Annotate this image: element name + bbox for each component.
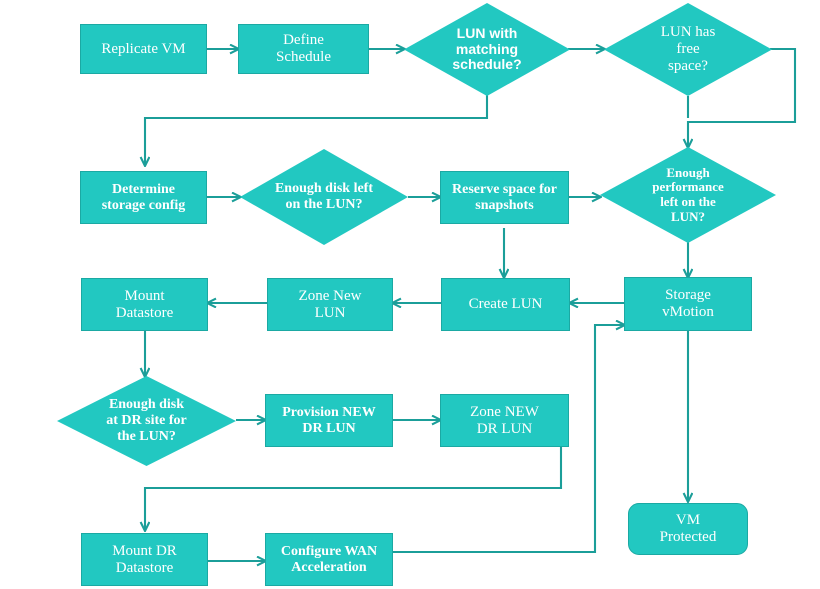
node-label-provision-new-dr-lun: Provision NEW DR LUN <box>282 405 375 436</box>
node-configure-wan[interactable]: Configure WAN Acceleration <box>265 533 393 586</box>
define-schedule-line2: Schedule <box>276 49 331 65</box>
dr-disk-line3: the LUN? <box>117 428 176 444</box>
perf-line4: LUN? <box>671 208 705 224</box>
node-provision-new-dr-lun[interactable]: Provision NEW DR LUN <box>265 394 393 447</box>
node-lun-free-space[interactable]: LUN has free space? <box>604 3 772 96</box>
define-schedule-line1: Define <box>283 32 324 49</box>
node-label-vm-protected: VM Protected <box>660 512 717 546</box>
enough-disk-line2: on the LUN? <box>285 197 363 212</box>
node-label-zone-new-lun: Zone New LUN <box>299 288 362 322</box>
mount-dr-line1: Mount DR <box>112 542 177 559</box>
mount-ds-line2: Datastore <box>115 304 174 321</box>
node-mount-dr-datastore[interactable]: Mount DR Datastore <box>81 533 208 586</box>
node-label-reserve-space: Reserve space for snapshots <box>452 182 557 213</box>
node-zone-new-lun[interactable]: Zone New LUN <box>267 278 393 331</box>
lun-free-line2: free <box>676 41 700 58</box>
node-label-define-schedule: Define Schedule <box>276 32 331 66</box>
vm-protected-line2: Protected <box>659 529 717 545</box>
node-label-enough-disk-dr: Enough disk at DR site for the LUN? <box>106 397 186 444</box>
vm-protected-line1: VM <box>675 512 701 529</box>
node-enough-performance[interactable]: Enough performance left on the LUN? <box>600 147 776 243</box>
perf-line1: Enough <box>666 164 710 180</box>
reserve-line2: snapshots <box>475 197 534 213</box>
reserve-line1: Reserve space for <box>452 181 557 197</box>
zone-dr-line2: DR LUN <box>476 420 533 437</box>
node-zone-new-dr-lun[interactable]: Zone NEW DR LUN <box>440 394 569 447</box>
node-label-configure-wan: Configure WAN Acceleration <box>281 544 377 575</box>
determine-line2: storage config <box>101 197 186 213</box>
node-label-mount-datastore: Mount Datastore <box>116 288 173 322</box>
node-enough-disk-left[interactable]: Enough disk left on the LUN? <box>240 149 408 245</box>
node-label-determine-storage-config: Determine storage config <box>102 182 186 213</box>
lun-free-line3: space? <box>668 57 708 74</box>
lun-matching-line1: LUN with <box>456 24 518 41</box>
node-determine-storage-config[interactable]: Determine storage config <box>80 171 207 224</box>
node-lun-matching-schedule[interactable]: LUN with matching schedule? <box>404 3 570 96</box>
node-vm-protected[interactable]: VM Protected <box>628 503 748 555</box>
node-label-create-lun: Create LUN <box>468 296 543 313</box>
storage-vmotion-line1: Storage <box>665 287 711 304</box>
node-enough-disk-dr[interactable]: Enough disk at DR site for the LUN? <box>57 376 236 466</box>
node-storage-vmotion[interactable]: Storage vMotion <box>624 277 752 331</box>
node-label-mount-dr-datastore: Mount DR Datastore <box>112 543 177 577</box>
wan-line2: Acceleration <box>291 559 367 575</box>
node-label-zone-new-dr-lun: Zone NEW DR LUN <box>470 404 539 438</box>
node-create-lun[interactable]: Create LUN <box>441 278 570 331</box>
perf-line2: performance <box>652 179 724 195</box>
node-label-replicate-vm: Replicate VM <box>101 40 186 57</box>
wan-line1: Configure WAN <box>280 543 378 559</box>
node-label-enough-performance: Enough performance left on the LUN? <box>652 164 724 224</box>
determine-line1: Determine <box>112 181 175 197</box>
provision-line2: DR LUN <box>302 420 356 436</box>
mount-dr-line2: Datastore <box>115 559 174 576</box>
lun-matching-line2: matching <box>455 40 519 57</box>
node-reserve-space[interactable]: Reserve space for snapshots <box>440 171 569 224</box>
mount-ds-line1: Mount <box>124 287 165 304</box>
perf-line3: left on the <box>660 194 716 209</box>
flowchart-canvas: Replicate VM Define Schedule LUN with ma… <box>0 0 820 589</box>
dr-disk-line2: at DR site for <box>106 413 187 429</box>
zone-new-line2: LUN <box>314 304 346 321</box>
storage-vmotion-line2: vMotion <box>662 304 714 320</box>
provision-line1: Provision NEW <box>282 404 376 420</box>
zone-dr-line1: Zone NEW <box>470 403 539 420</box>
node-label-lun-matching-schedule: LUN with matching schedule? <box>452 24 522 73</box>
zone-new-line1: Zone New <box>298 287 362 304</box>
node-label-storage-vmotion: Storage vMotion <box>662 287 714 321</box>
node-mount-datastore[interactable]: Mount Datastore <box>81 278 208 331</box>
enough-disk-line1: Enough disk left <box>274 181 374 197</box>
node-label-lun-free-space: LUN has free space? <box>661 24 716 74</box>
lun-matching-line3: schedule? <box>452 56 522 73</box>
lun-free-line1: LUN has <box>660 24 716 41</box>
node-label-enough-disk-left: Enough disk left on the LUN? <box>275 181 373 212</box>
dr-disk-line1: Enough disk <box>108 397 185 413</box>
node-replicate-vm[interactable]: Replicate VM <box>80 24 207 74</box>
node-define-schedule[interactable]: Define Schedule <box>238 24 369 74</box>
